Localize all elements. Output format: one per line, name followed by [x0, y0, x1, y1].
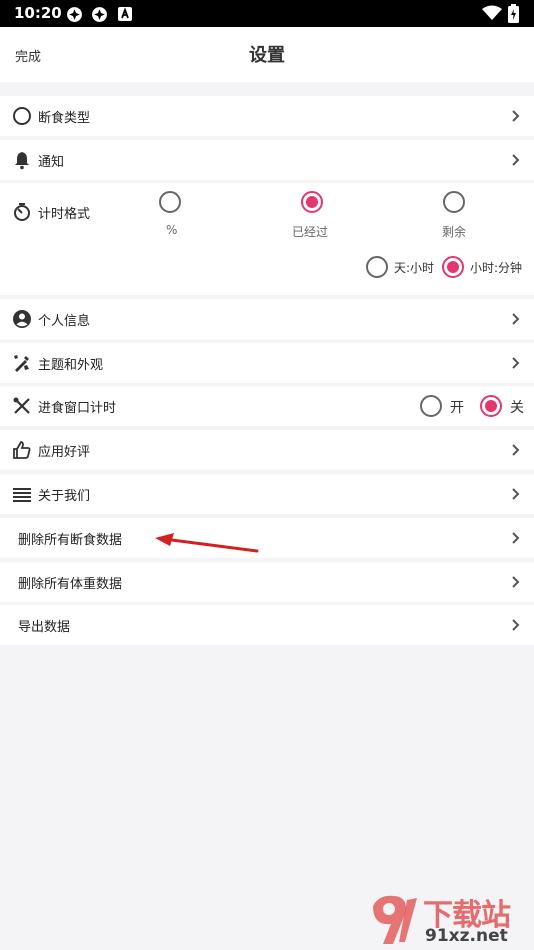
delete-weight-data-label: 删除所有体重数据 [18, 577, 123, 592]
watermark-domain: 91xz.net [425, 926, 508, 946]
menu-lines-icon [13, 488, 31, 502]
chevron-right-icon [512, 532, 520, 544]
about-label: 关于我们 [38, 489, 91, 504]
eating-window-on-radio[interactable] [420, 395, 442, 417]
battery-icon [508, 4, 519, 23]
app-notification-icon [92, 7, 107, 22]
chevron-right-icon [512, 619, 520, 631]
eating-window-label: 进食窗口计时 [38, 401, 117, 416]
eating-window-on-label: 开 [450, 400, 464, 416]
fasting-type-label: 断食类型 [38, 111, 91, 126]
fork-knife-icon [13, 397, 30, 414]
chevron-right-icon [512, 444, 520, 456]
notification-label: 通知 [38, 155, 65, 170]
timer-format-remaining-label: 剩余 [442, 225, 467, 239]
status-bar: 10:20 [0, 0, 534, 27]
eating-window-off-label: 关 [510, 400, 524, 416]
settings-row-delete-fasting-data[interactable]: 删除所有断食数据 [0, 518, 534, 558]
wifi-icon [482, 5, 502, 20]
unit-hour-minute-label: 小时:分钟 [470, 261, 523, 275]
app-header: 完成 设置 [0, 27, 534, 82]
settings-row-delete-weight-data[interactable]: 删除所有体重数据 [0, 562, 534, 602]
watermark: 下载站 91xz.net [359, 888, 534, 950]
app-notification-icon [67, 7, 82, 22]
chevron-right-icon [512, 576, 520, 588]
delete-fasting-data-label: 删除所有断食数据 [18, 533, 123, 548]
timer-format-elapsed-radio[interactable] [301, 191, 323, 213]
settings-row-personal-info[interactable]: 个人信息 [0, 299, 534, 339]
chevron-right-icon [512, 313, 520, 325]
eating-window-off-radio[interactable] [480, 395, 502, 417]
settings-row-theme[interactable]: 主题和外观 [0, 343, 534, 383]
bell-icon [15, 152, 29, 170]
watermark-logo [373, 895, 417, 944]
theme-label: 主题和外观 [38, 358, 104, 373]
timer-icon [14, 203, 30, 221]
moon-clock-icon [13, 107, 31, 125]
chevron-right-icon [512, 488, 520, 500]
settings-row-timer-format: 计时格式 % 已经过 剩余 天:小时 小时:分钟 [0, 183, 534, 295]
chevron-right-icon [512, 154, 520, 166]
settings-row-export-data[interactable]: 导出数据 [0, 605, 534, 645]
settings-row-eating-window: 进食窗口计时 开 关 [0, 386, 534, 426]
settings-row-rate-app[interactable]: 应用好评 [0, 430, 534, 470]
timer-format-remaining-radio[interactable] [443, 191, 465, 213]
palette-brush-icon [14, 355, 29, 372]
chevron-right-icon [512, 110, 520, 122]
app-a-notification-icon [118, 7, 132, 21]
status-time: 10:20 [14, 4, 62, 22]
unit-day-hour-radio[interactable] [366, 256, 388, 278]
page-title: 设置 [249, 45, 285, 66]
unit-day-hour-label: 天:小时 [394, 261, 435, 275]
account-circle-icon [13, 310, 31, 328]
unit-hour-minute-radio[interactable] [442, 256, 464, 278]
timer-format-label: 计时格式 [38, 207, 91, 222]
thumbs-up-icon [13, 441, 31, 459]
chevron-right-icon [512, 357, 520, 369]
settings-row-fasting-type[interactable]: 断食类型 [0, 96, 534, 136]
export-data-label: 导出数据 [18, 620, 71, 635]
settings-row-about[interactable]: 关于我们 [0, 474, 534, 514]
settings-row-notification[interactable]: 通知 [0, 140, 534, 180]
rate-app-label: 应用好评 [38, 445, 91, 460]
timer-format-percent-radio[interactable] [159, 191, 181, 213]
timer-format-percent-label: % [166, 223, 178, 237]
annotation-arrow [155, 533, 259, 553]
personal-info-label: 个人信息 [38, 314, 91, 329]
timer-format-elapsed-label: 已经过 [292, 225, 329, 239]
